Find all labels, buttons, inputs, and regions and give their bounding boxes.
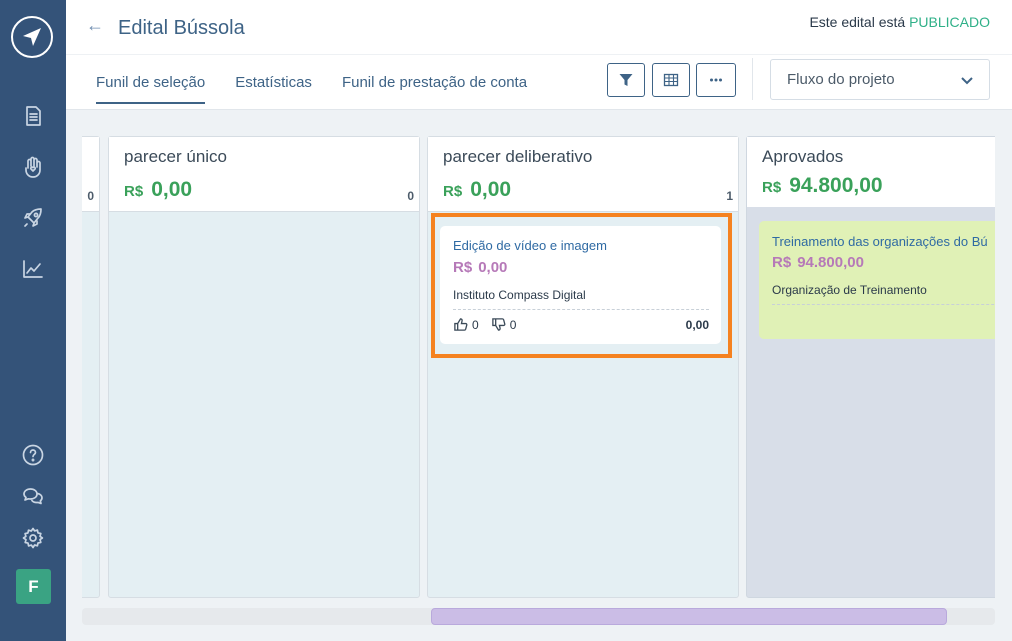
kanban-column: parecer único R$ 0,00 0 — [108, 136, 420, 598]
tabs: Funil de seleção Estatísticas Funil de p… — [96, 74, 527, 104]
document-icon[interactable] — [19, 102, 47, 130]
status-badge: PUBLICADO — [909, 14, 990, 30]
column-total: R$ 0,00 — [124, 178, 192, 202]
table-icon — [663, 73, 679, 87]
currency-label: R$ — [124, 183, 144, 200]
currency-label: R$ — [772, 254, 792, 271]
rocket-icon[interactable] — [19, 204, 47, 232]
column-total: R$ 0,00 — [443, 178, 511, 202]
chat-icon[interactable] — [19, 482, 47, 510]
back-arrow-icon[interactable]: ← — [86, 15, 104, 36]
column-total: R$ 94.800,00 — [762, 174, 883, 198]
card-value: R$ 0,00 — [453, 259, 507, 276]
status-prefix: Este edital está — [809, 14, 906, 30]
divider — [772, 304, 995, 305]
chart-icon[interactable] — [19, 255, 47, 283]
settings-icon[interactable] — [19, 524, 47, 552]
column-header: parecer único R$ 0,00 0 — [109, 137, 419, 212]
flow-select-value: Fluxo do projeto — [787, 71, 895, 88]
publish-status: Este edital está PUBLICADO — [809, 14, 990, 30]
tab-estatisticas[interactable]: Estatísticas — [235, 74, 312, 104]
divider — [66, 54, 1012, 55]
column-count: 1 — [726, 189, 733, 203]
tab-funil-prestacao-conta[interactable]: Funil de prestação de conta — [342, 74, 527, 104]
card-organization: Organização de Treinamento — [772, 283, 927, 297]
card-value-amount: 0,00 — [478, 259, 508, 276]
filter-icon — [619, 74, 633, 86]
horizontal-scrollbar[interactable] — [82, 608, 995, 625]
tab-funil-selecao[interactable]: Funil de seleção — [96, 74, 206, 104]
kanban-board[interactable]: 0 parecer único R$ 0,00 0 parecer deliber… — [82, 136, 995, 598]
card-title[interactable]: Edição de vídeo e imagem — [453, 238, 607, 253]
table-view-button[interactable] — [652, 63, 690, 97]
column-title: Aprovados — [762, 147, 844, 166]
column-count: 0 — [87, 189, 94, 203]
project-card[interactable]: Edição de vídeo e imagem R$ 0,00 Institut… — [440, 226, 721, 344]
more-options-button[interactable] — [696, 63, 736, 97]
chevron-down-icon — [961, 77, 973, 85]
column-header: parecer deliberativo R$ 0,00 1 — [428, 137, 738, 212]
compass-logo-icon[interactable] — [11, 16, 53, 58]
column-header: 0 — [82, 137, 99, 212]
avatar[interactable]: F — [16, 569, 51, 604]
column-header: Aprovados R$ 94.800,00 — [747, 137, 995, 207]
help-icon[interactable] — [19, 441, 47, 469]
divider — [453, 309, 709, 310]
sidebar: F — [0, 0, 66, 641]
card-value-amount: 94.800,00 — [797, 254, 864, 271]
column-total-value: 94.800,00 — [789, 174, 883, 197]
card-value: R$ 94.800,00 — [772, 254, 864, 271]
card-votes: 0 0 — [453, 317, 516, 332]
kanban-column: parecer deliberativo R$ 0,00 1 Edição de … — [427, 136, 739, 598]
currency-label: R$ — [762, 179, 782, 196]
card-amount: 0,00 — [685, 318, 709, 332]
column-title: parecer deliberativo — [443, 147, 593, 166]
column-total-value: 0,00 — [470, 178, 512, 201]
column-total-value: 0,00 — [151, 178, 193, 201]
likes-count: 0 — [472, 317, 479, 332]
currency-label: R$ — [443, 183, 463, 200]
divider — [752, 58, 753, 100]
dislikes-count: 0 — [509, 317, 517, 332]
scrollbar-thumb[interactable] — [431, 608, 947, 625]
card-title[interactable]: Treinamento das organizações do Bú — [772, 234, 988, 249]
more-icon — [710, 78, 722, 82]
currency-label: R$ — [453, 259, 473, 276]
project-card[interactable]: Treinamento das organizações do Bú R$ 94.… — [759, 221, 995, 339]
hand-heart-icon[interactable] — [19, 153, 47, 181]
page-title: Edital Bússola — [118, 17, 245, 39]
column-title: parecer único — [124, 147, 228, 166]
flow-select[interactable]: Fluxo do projeto — [770, 59, 990, 100]
kanban-column: 0 — [82, 136, 100, 598]
kanban-column: Aprovados R$ 94.800,00 Treinamento das or… — [746, 136, 995, 598]
card-organization: Instituto Compass Digital — [453, 288, 586, 302]
filter-button[interactable] — [607, 63, 645, 97]
header: ← Edital Bússola Este edital está PUBLIC… — [66, 0, 1012, 110]
column-count: 0 — [407, 189, 414, 203]
thumbs-up-icon[interactable] — [453, 317, 468, 332]
thumbs-down-icon[interactable] — [491, 317, 506, 332]
